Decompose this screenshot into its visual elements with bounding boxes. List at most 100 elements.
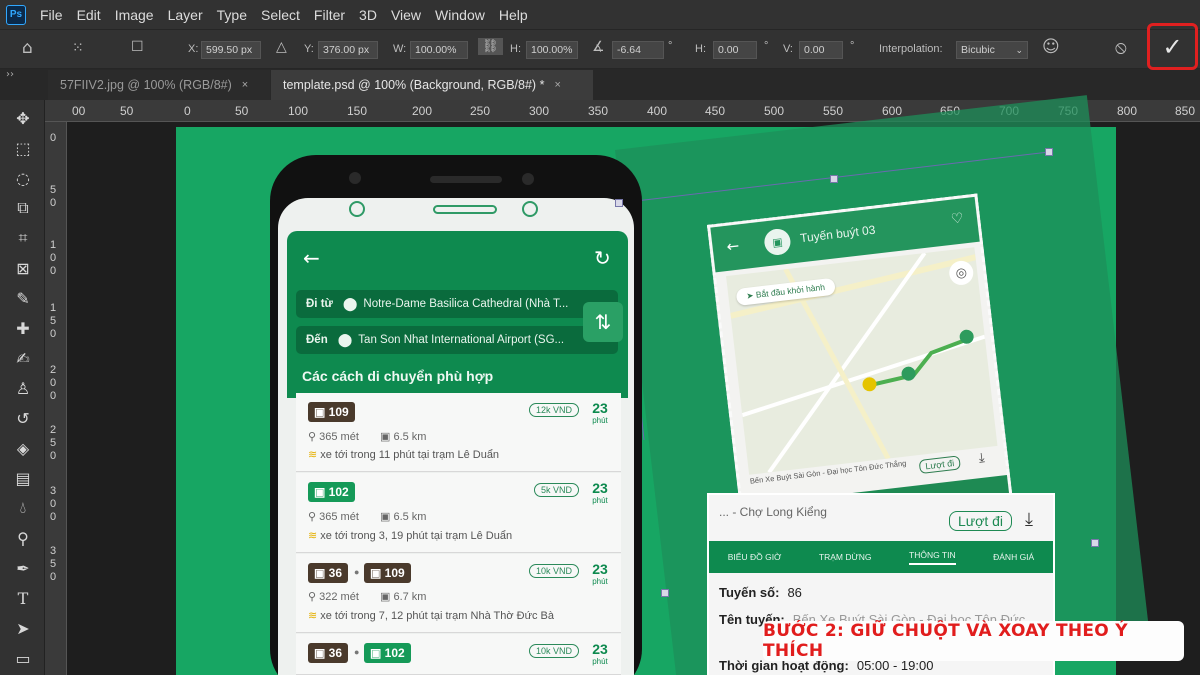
bus-icon: ▣ [314,646,329,660]
back-arrow-icon: ← [725,236,741,256]
route-card[interactable]: ▣ 36 ● ▣ 102 10k VND 23 phút [296,634,621,675]
walk-distance: ⚲ 365 mét [308,431,359,443]
route-card[interactable]: ▣ 36 ● ▣ 109 10k VND 23 phút ⚲ 322 mét ▣ … [296,554,621,633]
bus-icon: ▣ [370,646,385,660]
transfer-dot: ● [354,647,360,657]
route-card[interactable]: ▣ 109 12k VND 23 phút ⚲ 365 mét ▣ 6.5 km … [296,393,621,472]
ride-distance: ▣ 6.7 km [380,591,427,603]
camera-icon [349,172,361,184]
bus-badge: ▣ 109 [308,402,355,422]
price-pill: 10k VND [529,564,580,578]
transfer-dot: ● [354,567,360,577]
duration-unit: phút [592,657,608,666]
bus-number: 36 [328,566,343,580]
eta-text: ≋ xe tới trong 7, 12 phút tại trạm Nhà Th… [308,609,554,622]
route-number-row: Tuyến số: 86 [719,585,802,600]
bus-icon: ▣ [314,485,329,499]
duration: 23 phút [588,561,612,586]
price-pill: 12k VND [529,403,580,417]
ride-value: 6.7 km [393,591,427,603]
swap-icon[interactable]: ⇅ [583,302,623,342]
to-field[interactable]: Đến ⬤ Tan Son Nhat International Airport… [296,326,618,354]
status-circle-icon [349,201,365,217]
sort-down-icon: ⤓ [977,450,986,467]
ride-distance: ▣ 6.5 km [380,431,427,443]
bus-icon: ▣ [370,566,385,580]
bus-badge: ▣ 102 [364,643,411,663]
duration: 23 phút [588,641,612,666]
duration-value: 23 [592,561,608,577]
duration-value: 23 [592,400,608,416]
eta-value: xe tới trong 7, 12 phút tại trạm Nhà Thờ… [320,610,554,622]
from-field[interactable]: Đi từ ⬤ Notre-Dame Basilica Cathedral (N… [296,290,618,318]
back-arrow-icon[interactable]: ← [303,246,320,270]
signal-icon: ≋ [308,449,318,461]
price-pill: 10k VND [529,644,580,658]
bus-icon: ▣ [314,405,329,419]
photoshop-window: Ps File Edit Image Layer Type Select Fil… [0,0,1200,675]
tab-stops: TRẠM DỪNG [818,552,872,562]
tab-schedule: BIỂU ĐỒ GIỜ [727,552,782,562]
eta-value: xe tới trong 11 phút tại trạm Lê Duẩn [320,449,500,461]
duration-value: 23 [592,480,608,496]
location-pin-icon: ⬤ [342,296,358,311]
bus-badge: ▣ 102 [308,482,355,502]
bus-icon: ▣ [763,227,792,257]
front-camera-icon [522,173,534,185]
ride-value: 6.5 km [393,431,427,443]
direction-pill-small: Lượt đi [918,455,961,475]
ride-value: 6.5 km [393,511,427,523]
transform-handle[interactable] [1091,539,1099,547]
walk-value: 365 mét [319,431,359,443]
tab-info: THÔNG TIN [909,550,956,565]
eta-value: xe tới trong 3, 19 phút tại trạm Lê Duẩn [320,530,513,542]
tab-reviews: ĐÁNH GIÁ [993,552,1035,562]
bus-number: 102 [328,485,349,499]
from-label: Đi từ [306,298,333,310]
eta-text: ≋ xe tới trong 3, 19 phút tại trạm Lê Duẩ… [308,529,512,542]
bus-number: 109 [384,566,405,580]
duration-unit: phút [592,416,608,425]
walk-value: 365 mét [319,511,359,523]
ride-distance: ▣ 6.5 km [380,511,427,523]
duration-unit: phút [592,496,608,505]
signal-icon: ≋ [308,610,318,622]
eta-text: ≋ xe tới trong 11 phút tại trạm Lê Duẩn [308,448,499,461]
direction-pill: Lượt đi [949,511,1013,531]
step-caption: BƯỚC 2: GIỮ CHUỘT VÀ XOAY THEO Ý THÍCH [763,621,1184,661]
bus-badge: ▣ 36 [308,563,349,583]
to-value: Tan Son Nhat International Airport (SG..… [358,334,565,346]
transform-handle[interactable] [615,199,623,207]
walk-distance: ⚲ 322 mét [308,591,359,603]
from-value: Notre-Dame Basilica Cathedral (Nhà T... [363,298,569,310]
transform-handle[interactable] [830,175,838,183]
route-subtitle: ... - Chợ Long Kiểng [719,505,827,519]
transform-handle[interactable] [661,589,669,597]
duration: 23 phút [588,480,612,505]
bus-number: 109 [328,405,349,419]
sort-down-icon: ⤓ [1025,509,1033,530]
route-card[interactable]: ▣ 102 5k VND 23 phút ⚲ 365 mét ▣ 6.5 km ≋… [296,473,621,553]
refresh-icon[interactable]: ↻ [594,246,611,270]
bus-number: 36 [328,646,343,660]
section-title: Các cách di chuyển phù hợp [302,368,494,384]
info-tabs: BIỂU ĐỒ GIỜ TRẠM DỪNG THÔNG TIN ĐÁNH GIÁ [709,541,1053,573]
status-pill [433,205,497,214]
status-circle-icon [522,201,538,217]
duration-value: 23 [592,641,608,657]
transform-handle[interactable] [1045,148,1053,156]
walk-value: 322 mét [319,591,359,603]
route-number-value: 86 [787,585,802,600]
heart-icon: ♡ [950,210,965,228]
signal-icon: ≋ [308,530,318,542]
to-label: Đến [306,334,328,346]
location-pin-icon: ⬤ [337,332,353,347]
bus-badge: ▣ 36 [308,643,349,663]
bus-badge: ▣ 109 [364,563,411,583]
rotated-map-screenshot[interactable]: ← ▣ Tuyến buýt 03 ♡ ➤ Bắt đầu khởi hành … [707,193,1014,533]
walk-distance: ⚲ 365 mét [308,511,359,523]
price-pill: 5k VND [534,483,580,497]
map-view: ➤ Bắt đầu khởi hành ◎ [726,247,998,475]
duration-unit: phút [592,577,608,586]
route-header-title: Tuyến buýt 03 [799,222,877,246]
